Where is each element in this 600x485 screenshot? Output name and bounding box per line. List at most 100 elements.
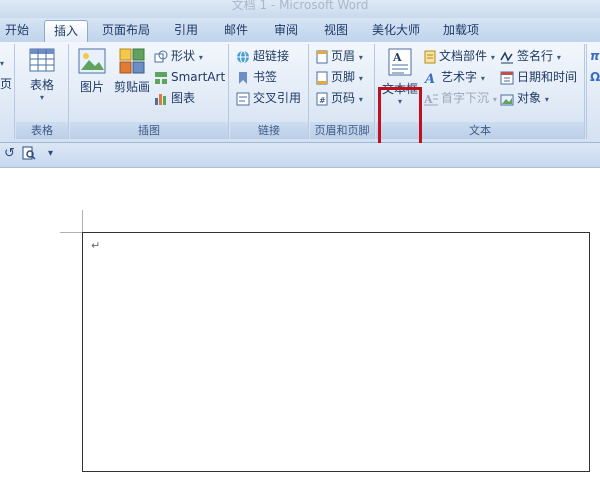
clipart-label: 剪贴画 (113, 80, 150, 94)
clipart-icon (119, 48, 145, 74)
hyperlink-button[interactable]: 超链接 (236, 46, 289, 66)
group-illustrations: 图片 剪贴画 形状 ▾ SmartArt 图表 插图 (70, 44, 229, 139)
tab-view[interactable]: 视图 (316, 20, 356, 41)
crossref-label: 交叉引用 (253, 91, 302, 105)
group-label-tables: 表格 (16, 122, 68, 139)
tab-page-layout[interactable]: 页面布局 (96, 20, 156, 41)
footer-dropdown-arrow: ▾ (358, 74, 363, 83)
object-icon (500, 94, 514, 105)
page-number-button[interactable]: # 页码 ▾ (316, 88, 363, 108)
hyperlink-label: 超链接 (253, 49, 290, 63)
group-links: 超链接 书签 交叉引用 链接 (230, 44, 309, 139)
picture-label: 图片 (79, 80, 104, 94)
document-textbox[interactable]: ↵ (82, 232, 590, 472)
group-pages-cut: ▾ 页 (0, 44, 15, 139)
bookmark-icon (239, 71, 247, 84)
margin-mark-horizontal (60, 232, 82, 233)
header-icon (316, 50, 328, 63)
wordart-button[interactable]: A 艺术字 ▾ (424, 67, 485, 87)
print-preview-glyph (22, 146, 36, 160)
cut-symbol-icon[interactable]: π (590, 46, 600, 66)
ribbon: ▾ 页 表格 ▾ 表格 图片 剪贴画 形状 ▾ SmartArt 图表 插图 超… (0, 42, 600, 155)
footer-label: 页脚 (331, 70, 356, 84)
dropcap-dropdown-arrow: ▾ (492, 95, 497, 104)
chart-label: 图表 (171, 91, 196, 105)
tab-add-ins[interactable]: 加载项 (436, 20, 486, 41)
object-label: 对象 (517, 91, 542, 105)
word-window: 文档 1 - Microsoft Word 开始 插入 页面布局 引用 邮件 审… (0, 0, 600, 485)
page-number-label: 页码 (331, 91, 356, 105)
footer-icon (316, 71, 328, 84)
quickparts-button[interactable]: 文档部件 ▾ (424, 46, 495, 66)
bookmark-button[interactable]: 书签 (236, 67, 277, 87)
signature-line-button[interactable]: 签名行 ▾ (500, 46, 561, 66)
datetime-label: 日期和时间 (517, 70, 578, 84)
tab-references[interactable]: 引用 (166, 20, 206, 41)
undo-icon[interactable]: ↺ (4, 146, 15, 161)
page-number-dropdown-arrow: ▾ (358, 95, 363, 104)
quickparts-icon (424, 50, 436, 63)
smartart-button[interactable]: SmartArt (154, 67, 225, 87)
table-button[interactable]: 表格 ▾ (24, 48, 60, 102)
table-button-label: 表格 (29, 78, 54, 92)
shapes-dropdown-arrow: ▾ (198, 53, 203, 62)
dropcap-label: 首字下沉 (441, 91, 490, 105)
hyperlink-icon (237, 50, 249, 63)
title-bar: 文档 1 - Microsoft Word (0, 0, 600, 18)
signature-line-label: 签名行 (517, 49, 554, 63)
paragraph-mark: ↵ (91, 239, 101, 252)
quick-access-toolbar: ↺ ▾ (0, 143, 600, 168)
footer-button[interactable]: 页脚 ▾ (316, 67, 363, 87)
picture-button[interactable]: 图片 (76, 48, 108, 95)
svg-text:A: A (424, 72, 435, 85)
window-title: 文档 1 - Microsoft Word (231, 0, 369, 12)
datetime-icon (500, 71, 514, 84)
tab-home[interactable]: 开始 (0, 20, 34, 41)
group-symbols-cut: π Ω (586, 44, 600, 139)
wordart-label: 艺术字 (441, 70, 478, 84)
header-button[interactable]: 页眉 ▾ (316, 46, 363, 66)
wordart-icon: A (424, 72, 435, 85)
group-label-header-footer: 页眉和页脚 (310, 122, 374, 139)
picture-icon (78, 48, 106, 74)
shapes-label: 形状 (171, 49, 196, 63)
crossref-icon (236, 92, 250, 105)
group-label-links: 链接 (230, 122, 308, 139)
svg-text:#: # (319, 96, 326, 105)
ribbon-tab-strip: 开始 插入 页面布局 引用 邮件 审阅 视图 美化大师 加载项 (0, 18, 600, 43)
page-number-icon: # (316, 92, 328, 105)
cut-arrow-1: ▾ (0, 59, 5, 68)
dropcap-icon: A (424, 93, 438, 106)
cut-item-page[interactable]: 页 (0, 74, 12, 94)
customize-qat-button[interactable]: ▾ (48, 148, 53, 159)
object-button[interactable]: 对象 ▾ (500, 88, 549, 108)
svg-text:A: A (424, 93, 433, 106)
textbox-icon: A (388, 48, 412, 76)
tab-insert[interactable]: 插入 (44, 20, 88, 43)
table-icon (29, 48, 55, 72)
header-label: 页眉 (331, 49, 356, 63)
svg-text:A: A (392, 51, 402, 64)
bookmark-label: 书签 (253, 70, 278, 84)
group-tables: 表格 ▾ 表格 (16, 44, 69, 139)
clipart-button[interactable]: 剪贴画 (112, 48, 152, 95)
tab-review[interactable]: 审阅 (266, 20, 306, 41)
tab-mailings[interactable]: 邮件 (216, 20, 256, 41)
print-preview-icon[interactable] (22, 146, 36, 164)
group-header-footer: 页眉 ▾ 页脚 ▾ # 页码 ▾ 页眉和页脚 (310, 44, 375, 139)
margin-mark-vertical (82, 210, 83, 232)
chart-button[interactable]: 图表 (154, 88, 195, 108)
datetime-button[interactable]: 日期和时间 (500, 67, 577, 87)
smartart-icon (155, 71, 167, 84)
signature-dropdown-arrow: ▾ (556, 53, 561, 62)
crossref-button[interactable]: 交叉引用 (236, 88, 301, 108)
shapes-button[interactable]: 形状 ▾ (154, 46, 203, 66)
object-dropdown-arrow: ▾ (544, 95, 549, 104)
wordart-dropdown-arrow: ▾ (480, 74, 485, 83)
quickparts-label: 文档部件 (439, 49, 488, 63)
tab-beautify-master[interactable]: 美化大师 (366, 20, 426, 41)
cut-sigma-icon[interactable]: Ω (590, 67, 600, 87)
table-dropdown-arrow[interactable]: ▾ (24, 93, 60, 102)
signature-line-icon (500, 50, 513, 63)
dropcap-button[interactable]: A 首字下沉 ▾ (424, 88, 497, 108)
